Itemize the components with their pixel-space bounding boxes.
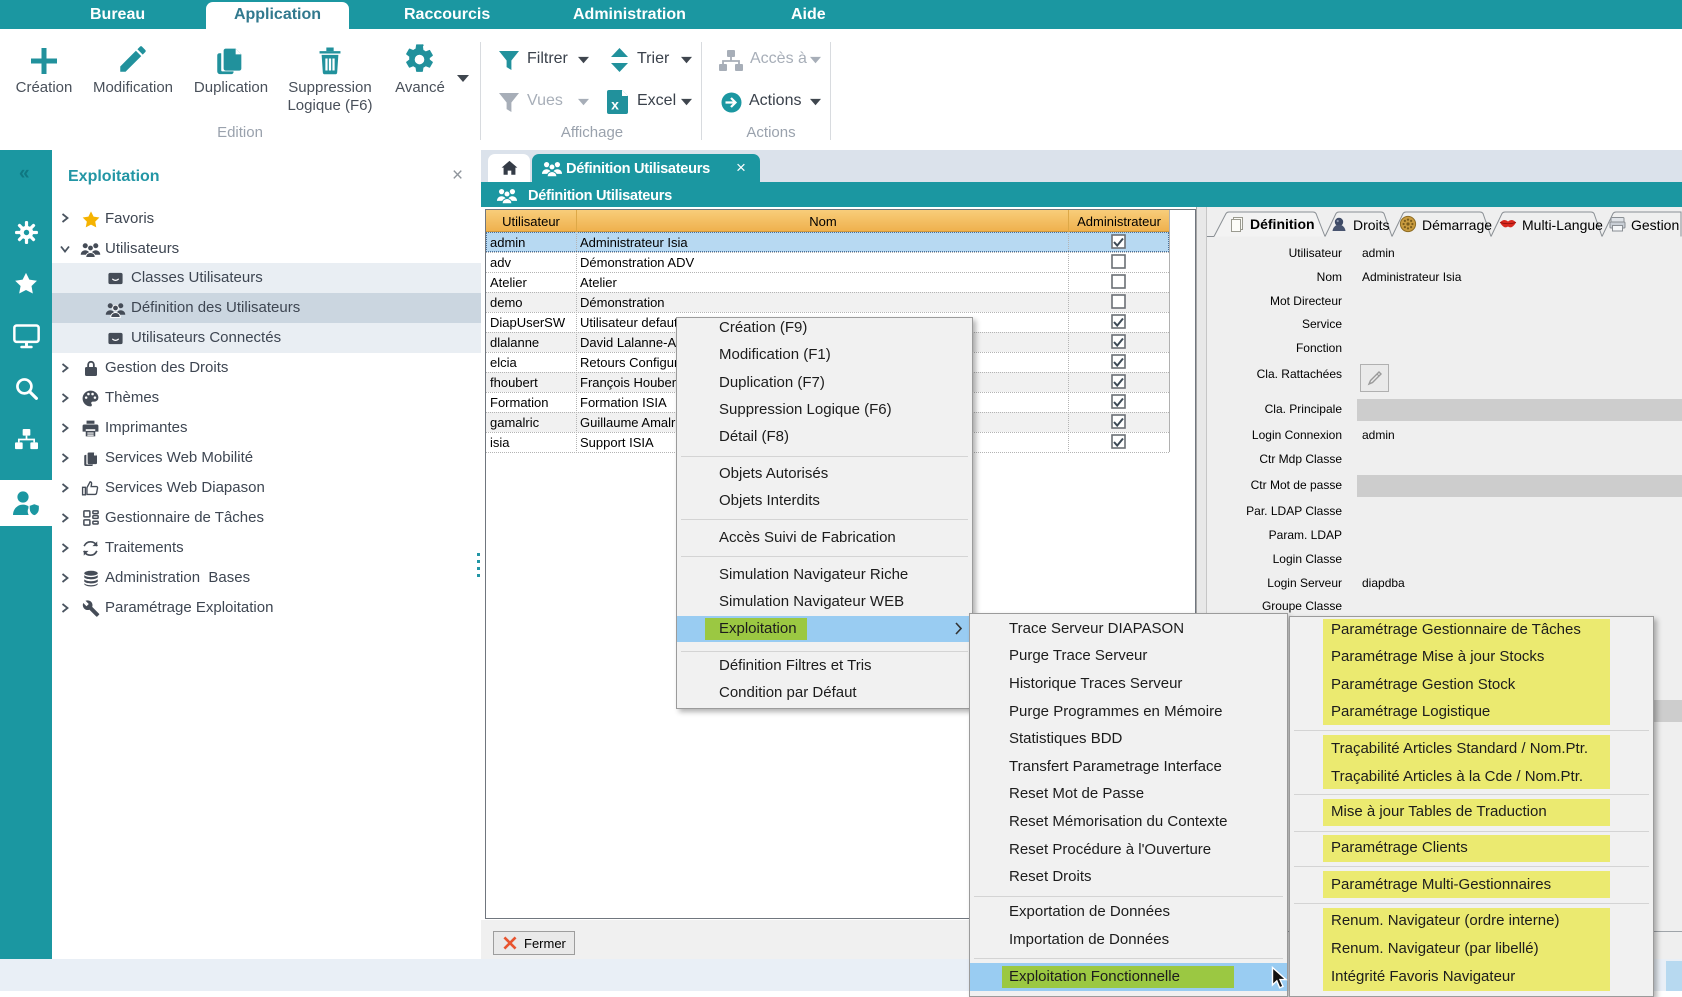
svg-text:x: x	[611, 97, 619, 113]
